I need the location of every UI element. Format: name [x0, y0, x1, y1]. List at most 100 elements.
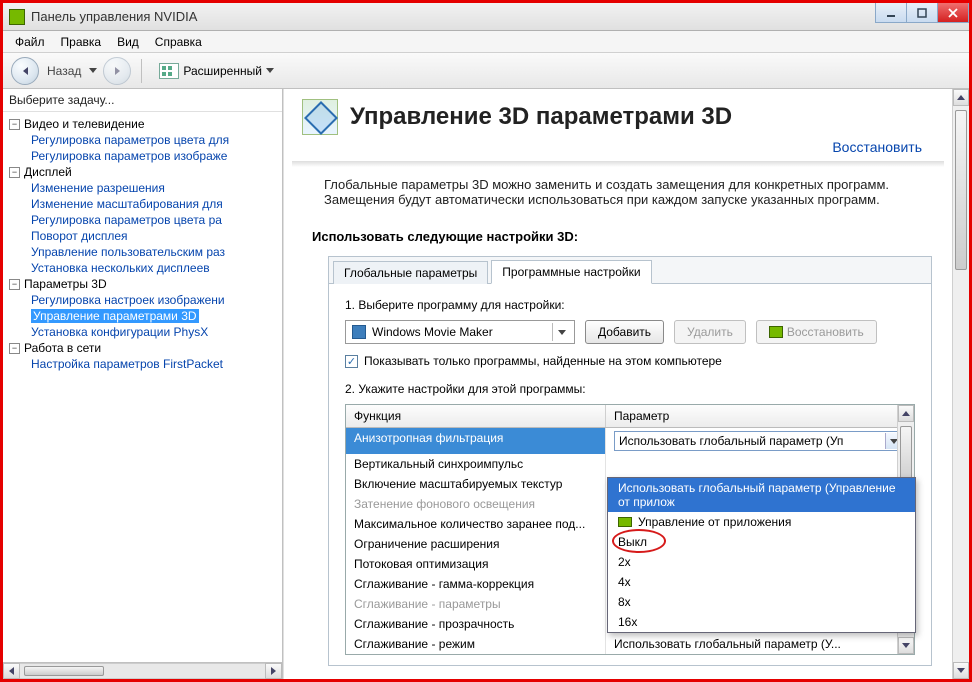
grid-header-parameter[interactable]: Параметр — [606, 405, 914, 427]
scroll-down-button[interactable] — [953, 662, 969, 679]
value-dropdown[interactable]: Использовать глобальный параметр (Уп — [614, 431, 906, 451]
grid-row[interactable]: Анизотропная фильтрацияИспользовать глоб… — [346, 428, 914, 454]
tree-item-link[interactable]: Регулировка настроек изображени — [31, 293, 225, 307]
anisotropic-filter-dropdown[interactable]: Использовать глобальный параметр (Управл… — [607, 477, 916, 633]
scroll-right-button[interactable] — [265, 663, 282, 679]
scroll-up-button[interactable] — [898, 405, 914, 422]
tree-item[interactable]: Управление пользовательским раз — [3, 244, 282, 260]
chevron-down-icon[interactable] — [89, 68, 97, 73]
menu-view[interactable]: Вид — [109, 31, 147, 52]
tree-item-link[interactable]: Изменение разрешения — [31, 181, 165, 195]
window-close-button[interactable] — [937, 3, 969, 23]
tree-item[interactable]: Регулировка параметров цвета ра — [3, 212, 282, 228]
tree-item[interactable]: Поворот дисплея — [3, 228, 282, 244]
tree-group[interactable]: −Дисплей — [3, 164, 282, 180]
tree-item[interactable]: Изменение разрешения — [3, 180, 282, 196]
tree-item-link[interactable]: Установка конфигурации PhysX — [31, 325, 208, 339]
restore-defaults-link[interactable]: Восстановить — [284, 139, 952, 161]
tree-item[interactable]: Регулировка параметров цвета для — [3, 132, 282, 148]
grid-row[interactable]: Сглаживание - режимИспользовать глобальн… — [346, 634, 914, 654]
task-tree: −Видео и телевидениеРегулировка параметр… — [3, 112, 282, 662]
grid-cell-value[interactable] — [606, 454, 914, 474]
sidebar-horizontal-scrollbar[interactable] — [3, 662, 282, 679]
restore-program-button[interactable]: Восстановить — [756, 320, 877, 344]
tree-item-link[interactable]: Управление пользовательским раз — [31, 245, 225, 259]
grid-row[interactable]: Вертикальный синхроимпульс — [346, 454, 914, 474]
grid-cell-function: Вертикальный синхроимпульс — [346, 454, 606, 474]
tree-item-link[interactable]: Изменение масштабирования для — [31, 197, 223, 211]
tree-item-link[interactable]: Регулировка параметров изображе — [31, 149, 227, 163]
chevron-down-icon — [552, 323, 570, 341]
scroll-thumb[interactable] — [955, 110, 967, 270]
dropdown-option[interactable]: Использовать глобальный параметр (Управл… — [608, 478, 915, 512]
tree-group-label: Параметры 3D — [24, 277, 107, 291]
window-minimize-button[interactable] — [875, 3, 907, 23]
tree-group[interactable]: −Параметры 3D — [3, 276, 282, 292]
tab-program[interactable]: Программные настройки — [491, 260, 651, 284]
program-select-combo[interactable]: Windows Movie Maker — [345, 320, 575, 344]
step2-label: 2. Укажите настройки для этой программы: — [345, 382, 915, 396]
scroll-up-button[interactable] — [953, 89, 969, 106]
settings-grid: Функция Параметр Анизотропная фильтрация… — [345, 404, 915, 655]
dropdown-option[interactable]: 4x — [608, 572, 915, 592]
tree-group[interactable]: −Работа в сети — [3, 340, 282, 356]
nvidia-icon — [618, 517, 632, 527]
dropdown-option[interactable]: 16x — [608, 612, 915, 632]
content-scrollbar[interactable] — [952, 89, 969, 679]
scroll-track[interactable] — [953, 106, 969, 662]
menu-help[interactable]: Справка — [147, 31, 210, 52]
tree-item[interactable]: Изменение масштабирования для — [3, 196, 282, 212]
content-pane: Управление 3D параметрами 3D Восстановит… — [283, 89, 969, 679]
tree-expander-icon[interactable]: − — [9, 343, 20, 354]
grid-cell-function: Сглаживание - параметры — [346, 594, 606, 614]
show-installed-only-checkbox[interactable] — [345, 355, 358, 368]
tree-item-link[interactable]: Управление параметрами 3D — [31, 309, 199, 323]
grid-cell-function: Потоковая оптимизация — [346, 554, 606, 574]
view-mode-dropdown[interactable]: Расширенный — [152, 59, 281, 83]
tree-group-label: Работа в сети — [24, 341, 101, 355]
window-maximize-button[interactable] — [906, 3, 938, 23]
toolbar-separator — [141, 59, 142, 83]
tab-global[interactable]: Глобальные параметры — [333, 261, 488, 284]
tree-group-label: Дисплей — [24, 165, 72, 179]
grid-cell-function: Затенение фонового освещения — [346, 494, 606, 514]
tree-item[interactable]: Установка нескольких дисплеев — [3, 260, 282, 276]
dropdown-option[interactable]: 2x — [608, 552, 915, 572]
grid-cell-function: Максимальное количество заранее под... — [346, 514, 606, 534]
scroll-down-button[interactable] — [898, 637, 914, 654]
scroll-thumb[interactable] — [24, 666, 104, 676]
grid-cell-value[interactable]: Использовать глобальный параметр (Уп — [606, 428, 914, 454]
tree-expander-icon[interactable]: − — [9, 167, 20, 178]
tree-item-link[interactable]: Поворот дисплея — [31, 229, 128, 243]
tree-item-link[interactable]: Регулировка параметров цвета для — [31, 133, 229, 147]
tree-item-link[interactable]: Настройка параметров FirstPacket — [31, 357, 223, 371]
tree-item[interactable]: Управление параметрами 3D — [3, 308, 282, 324]
tree-item-link[interactable]: Регулировка параметров цвета ра — [31, 213, 222, 227]
grid-header-function[interactable]: Функция — [346, 405, 606, 427]
tree-expander-icon[interactable]: − — [9, 119, 20, 130]
dropdown-option[interactable]: 8x — [608, 592, 915, 612]
nav-forward-button[interactable] — [103, 57, 131, 85]
intro-text: Глобальные параметры 3D можно заменить и… — [284, 167, 952, 223]
nav-back-button[interactable] — [11, 57, 39, 85]
dropdown-option[interactable]: Управление от приложения — [608, 512, 915, 532]
tree-group[interactable]: −Видео и телевидение — [3, 116, 282, 132]
menu-file[interactable]: Файл — [7, 31, 53, 52]
step1-label: 1. Выберите программу для настройки: — [345, 298, 915, 312]
tree-item[interactable]: Регулировка параметров изображе — [3, 148, 282, 164]
nvidia-icon — [769, 326, 783, 338]
remove-program-button[interactable]: Удалить — [674, 320, 746, 344]
menu-edit[interactable]: Правка — [53, 31, 110, 52]
scroll-track[interactable] — [20, 663, 265, 679]
tree-item[interactable]: Установка конфигурации PhysX — [3, 324, 282, 340]
tree-expander-icon[interactable]: − — [9, 279, 20, 290]
add-program-button[interactable]: Добавить — [585, 320, 664, 344]
tree-item[interactable]: Настройка параметров FirstPacket — [3, 356, 282, 372]
view-mode-label: Расширенный — [183, 64, 262, 78]
dropdown-option[interactable]: Выкл — [608, 532, 915, 552]
scroll-left-button[interactable] — [3, 663, 20, 679]
nav-back-label: Назад — [47, 64, 81, 78]
grid-cell-value[interactable]: Использовать глобальный параметр (У... — [606, 634, 914, 654]
tree-item[interactable]: Регулировка настроек изображени — [3, 292, 282, 308]
tree-item-link[interactable]: Установка нескольких дисплеев — [31, 261, 210, 275]
